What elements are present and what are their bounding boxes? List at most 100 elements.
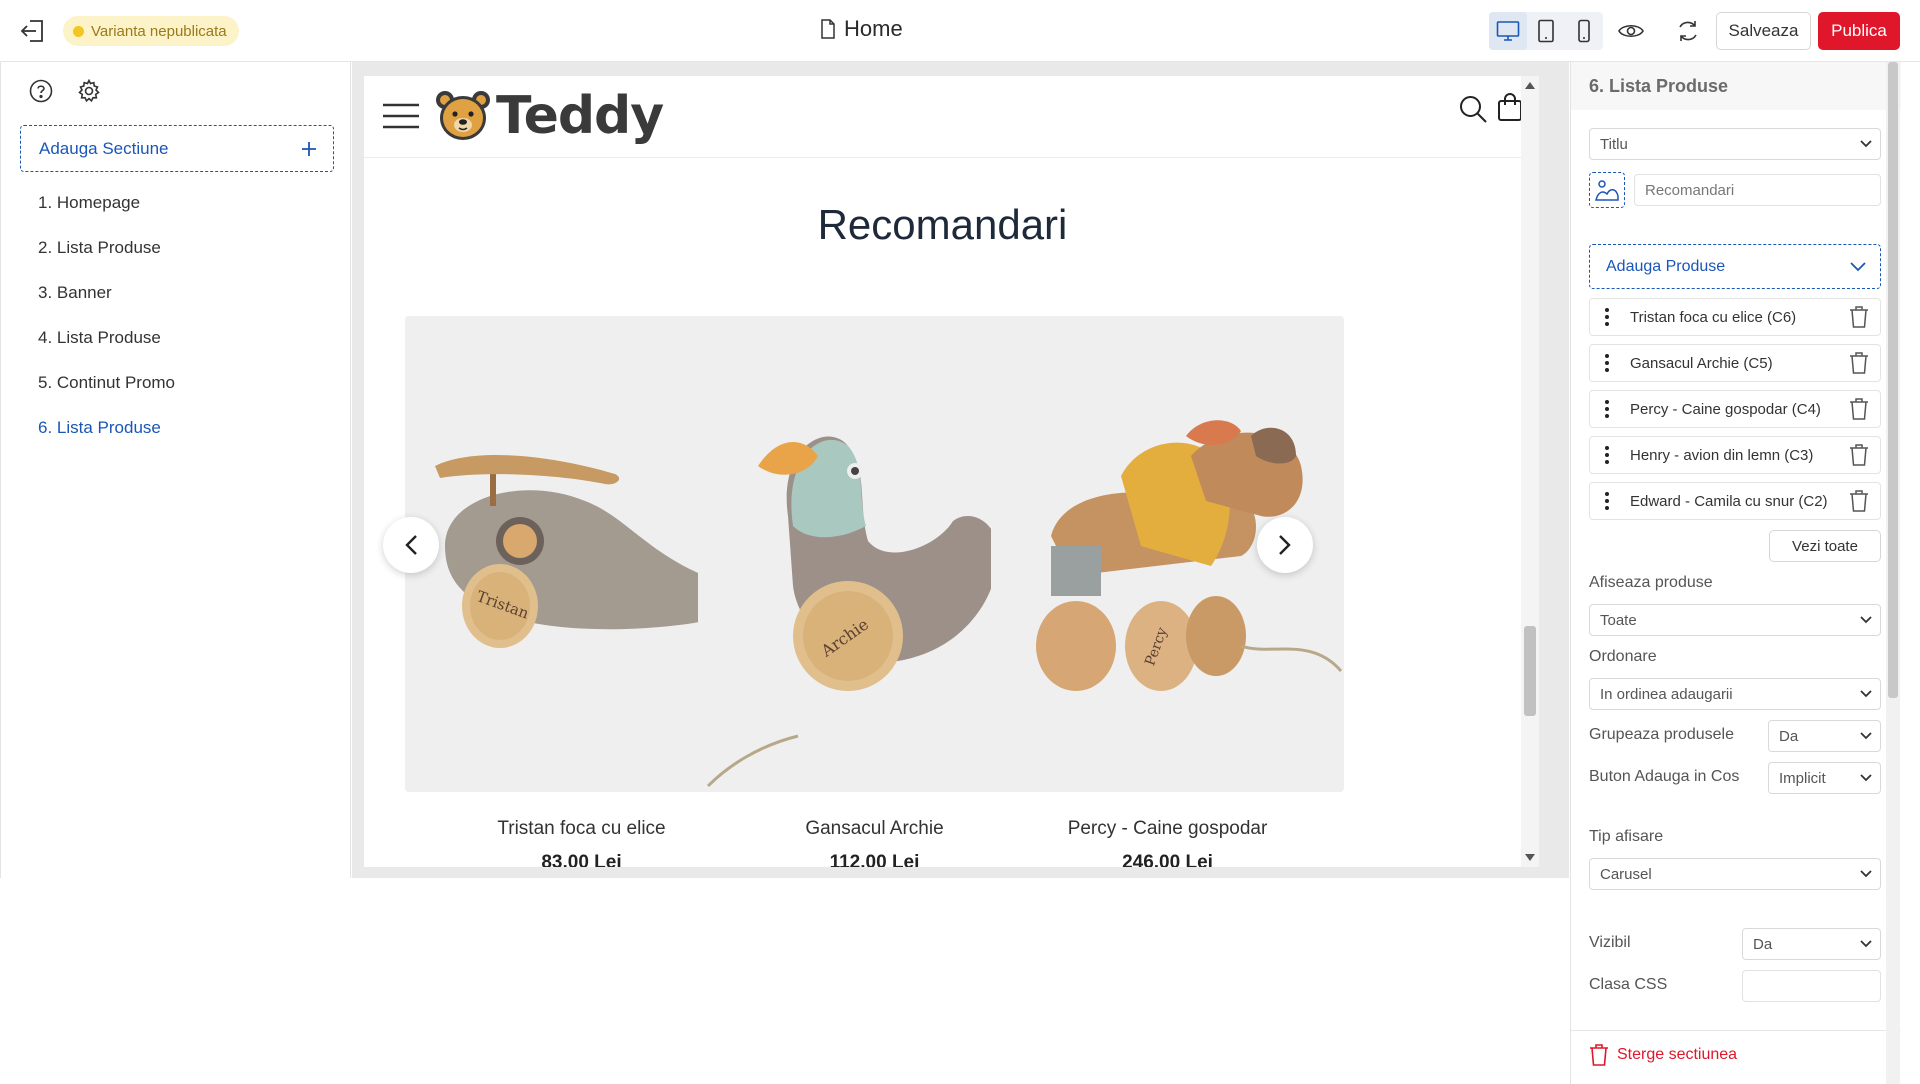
chevron-down-icon: [1860, 690, 1872, 698]
product-card[interactable]: Percy Percy - Caine gospodar 246,00 Lei: [991, 316, 1344, 867]
logo-text: Teddy: [496, 86, 664, 146]
panel-scroll-thumb[interactable]: [1888, 62, 1898, 698]
page-title-text: Home: [844, 16, 903, 41]
section-item-5[interactable]: 5. Continut Promo: [38, 360, 175, 405]
scroll-thumb[interactable]: [1524, 626, 1536, 716]
drag-handle-icon[interactable]: [1600, 492, 1614, 510]
scroll-up-arrow[interactable]: [1525, 82, 1535, 89]
display-type-select[interactable]: Carusel: [1589, 858, 1881, 890]
section-item-2[interactable]: 2. Lista Produse: [38, 225, 175, 270]
carousel-next-button[interactable]: [1257, 517, 1313, 573]
sidebar-tools: [28, 78, 102, 104]
carousel-prev-button[interactable]: [383, 517, 439, 573]
group-products-select[interactable]: Da: [1768, 720, 1881, 752]
delete-section-button[interactable]: Sterge sectiunea: [1589, 1044, 1737, 1066]
preview-button[interactable]: [1615, 15, 1647, 47]
image-picker-button[interactable]: [1589, 172, 1625, 208]
product-list-item[interactable]: Edward - Camila cu snur (C2): [1589, 482, 1881, 520]
trash-icon: [1589, 1044, 1609, 1066]
image-icon: [1594, 178, 1620, 202]
section-item-3[interactable]: 3. Banner: [38, 270, 175, 315]
product-list-item[interactable]: Henry - avion din lemn (C3): [1589, 436, 1881, 474]
chevron-down-icon: [1850, 261, 1866, 272]
status-badge: Varianta nepublicata: [63, 16, 239, 46]
add-section-button[interactable]: Adauga Sectiune: [20, 125, 334, 172]
search-icon[interactable]: [1458, 94, 1490, 126]
show-products-label: Afiseaza produse: [1589, 574, 1713, 591]
trash-icon[interactable]: [1848, 489, 1870, 513]
device-switcher: [1489, 12, 1603, 50]
chevron-right-icon: [1278, 534, 1292, 556]
order-select[interactable]: In ordinea adaugarii: [1589, 678, 1881, 710]
display-type-label: Tip afisare: [1589, 828, 1664, 845]
editor-canvas: Teddy Recomandari Tristan Tristan foca c…: [352, 62, 1569, 878]
preview-scrollbar[interactable]: [1521, 76, 1539, 867]
product-list-item[interactable]: Gansacul Archie (C5): [1589, 344, 1881, 382]
eye-icon: [1618, 22, 1644, 40]
section-item-1[interactable]: 1. Homepage: [38, 180, 175, 225]
heading-type-select[interactable]: Titlu: [1589, 128, 1881, 160]
panel-scrollbar[interactable]: [1886, 62, 1900, 1084]
trash-icon[interactable]: [1848, 351, 1870, 375]
chevron-down-icon: [1860, 732, 1872, 740]
section-settings-panel: 6. Lista Produse Titlu Recomandari Adaug…: [1570, 62, 1901, 1084]
heading-text-input[interactable]: Recomandari: [1634, 174, 1881, 206]
preview-header: Teddy: [364, 76, 1539, 158]
top-bar: Varianta nepublicata Home Salveaza Publi…: [0, 0, 1920, 62]
trash-icon[interactable]: [1848, 397, 1870, 421]
show-products-select[interactable]: Toate: [1589, 604, 1881, 636]
drag-handle-icon[interactable]: [1600, 308, 1614, 326]
chevron-down-icon: [1860, 940, 1872, 948]
show-products-value: Toate: [1600, 611, 1637, 629]
drag-handle-icon[interactable]: [1600, 354, 1614, 372]
chevron-down-icon: [1860, 870, 1872, 878]
hamburger-menu-icon[interactable]: [382, 102, 420, 130]
trash-icon[interactable]: [1848, 305, 1870, 329]
site-preview: Teddy Recomandari Tristan Tristan foca c…: [364, 76, 1539, 867]
product-list-item[interactable]: Tristan foca cu elice (C6): [1589, 298, 1881, 336]
gear-icon[interactable]: [76, 78, 102, 104]
order-label: Ordonare: [1589, 648, 1657, 665]
see-all-button[interactable]: Vezi toate: [1769, 530, 1881, 562]
desktop-icon: [1496, 20, 1520, 42]
trash-icon[interactable]: [1848, 443, 1870, 467]
desktop-view-button[interactable]: [1489, 12, 1527, 50]
sync-button[interactable]: [1672, 15, 1704, 47]
section-item-6[interactable]: 6. Lista Produse: [38, 405, 175, 450]
page-title: Home: [820, 14, 903, 44]
product-list-item[interactable]: Percy - Caine gospodar (C4): [1589, 390, 1881, 428]
chevron-down-icon: [1860, 616, 1872, 624]
panel-divider: [1571, 1030, 1901, 1031]
heading-type-value: Titlu: [1600, 135, 1628, 153]
drag-handle-icon[interactable]: [1600, 446, 1614, 464]
product-item-label: Henry - avion din lemn (C3): [1630, 446, 1814, 464]
save-button[interactable]: Salveaza: [1716, 12, 1811, 50]
cart-button-select[interactable]: Implicit: [1768, 762, 1881, 794]
mobile-view-button[interactable]: [1565, 12, 1603, 50]
visible-select[interactable]: Da: [1742, 928, 1881, 960]
teddy-logo[interactable]: Teddy: [434, 86, 664, 146]
cart-button-value: Implicit: [1779, 769, 1826, 787]
chevron-down-icon: [1860, 140, 1872, 148]
product-item-label: Tristan foca cu elice (C6): [1630, 308, 1797, 326]
tablet-icon: [1537, 19, 1555, 43]
drag-handle-icon[interactable]: [1600, 400, 1614, 418]
product-name[interactable]: Percy - Caine gospodar: [991, 818, 1344, 840]
publish-button[interactable]: Publica: [1818, 12, 1900, 50]
help-icon[interactable]: [28, 78, 54, 104]
sync-icon: [1675, 18, 1701, 44]
product-item-label: Edward - Camila cu snur (C2): [1630, 492, 1828, 510]
tablet-view-button[interactable]: [1527, 12, 1565, 50]
scroll-down-arrow[interactable]: [1525, 854, 1535, 861]
add-products-dropdown[interactable]: Adauga Produse: [1589, 244, 1881, 289]
css-class-label: Clasa CSS: [1589, 976, 1668, 993]
product-price: 246,00 Lei: [1122, 852, 1213, 867]
sections-sidebar: Adauga Sectiune 1. Homepage 2. Lista Pro…: [0, 62, 351, 878]
order-value: In ordinea adaugarii: [1600, 685, 1733, 703]
chevron-left-icon: [404, 534, 418, 556]
section-item-4[interactable]: 4. Lista Produse: [38, 315, 175, 360]
exit-icon[interactable]: [18, 16, 48, 46]
cart-button-label: Buton Adauga in Cos: [1589, 768, 1740, 785]
visible-value: Da: [1753, 935, 1773, 953]
css-class-input[interactable]: [1742, 970, 1881, 1002]
